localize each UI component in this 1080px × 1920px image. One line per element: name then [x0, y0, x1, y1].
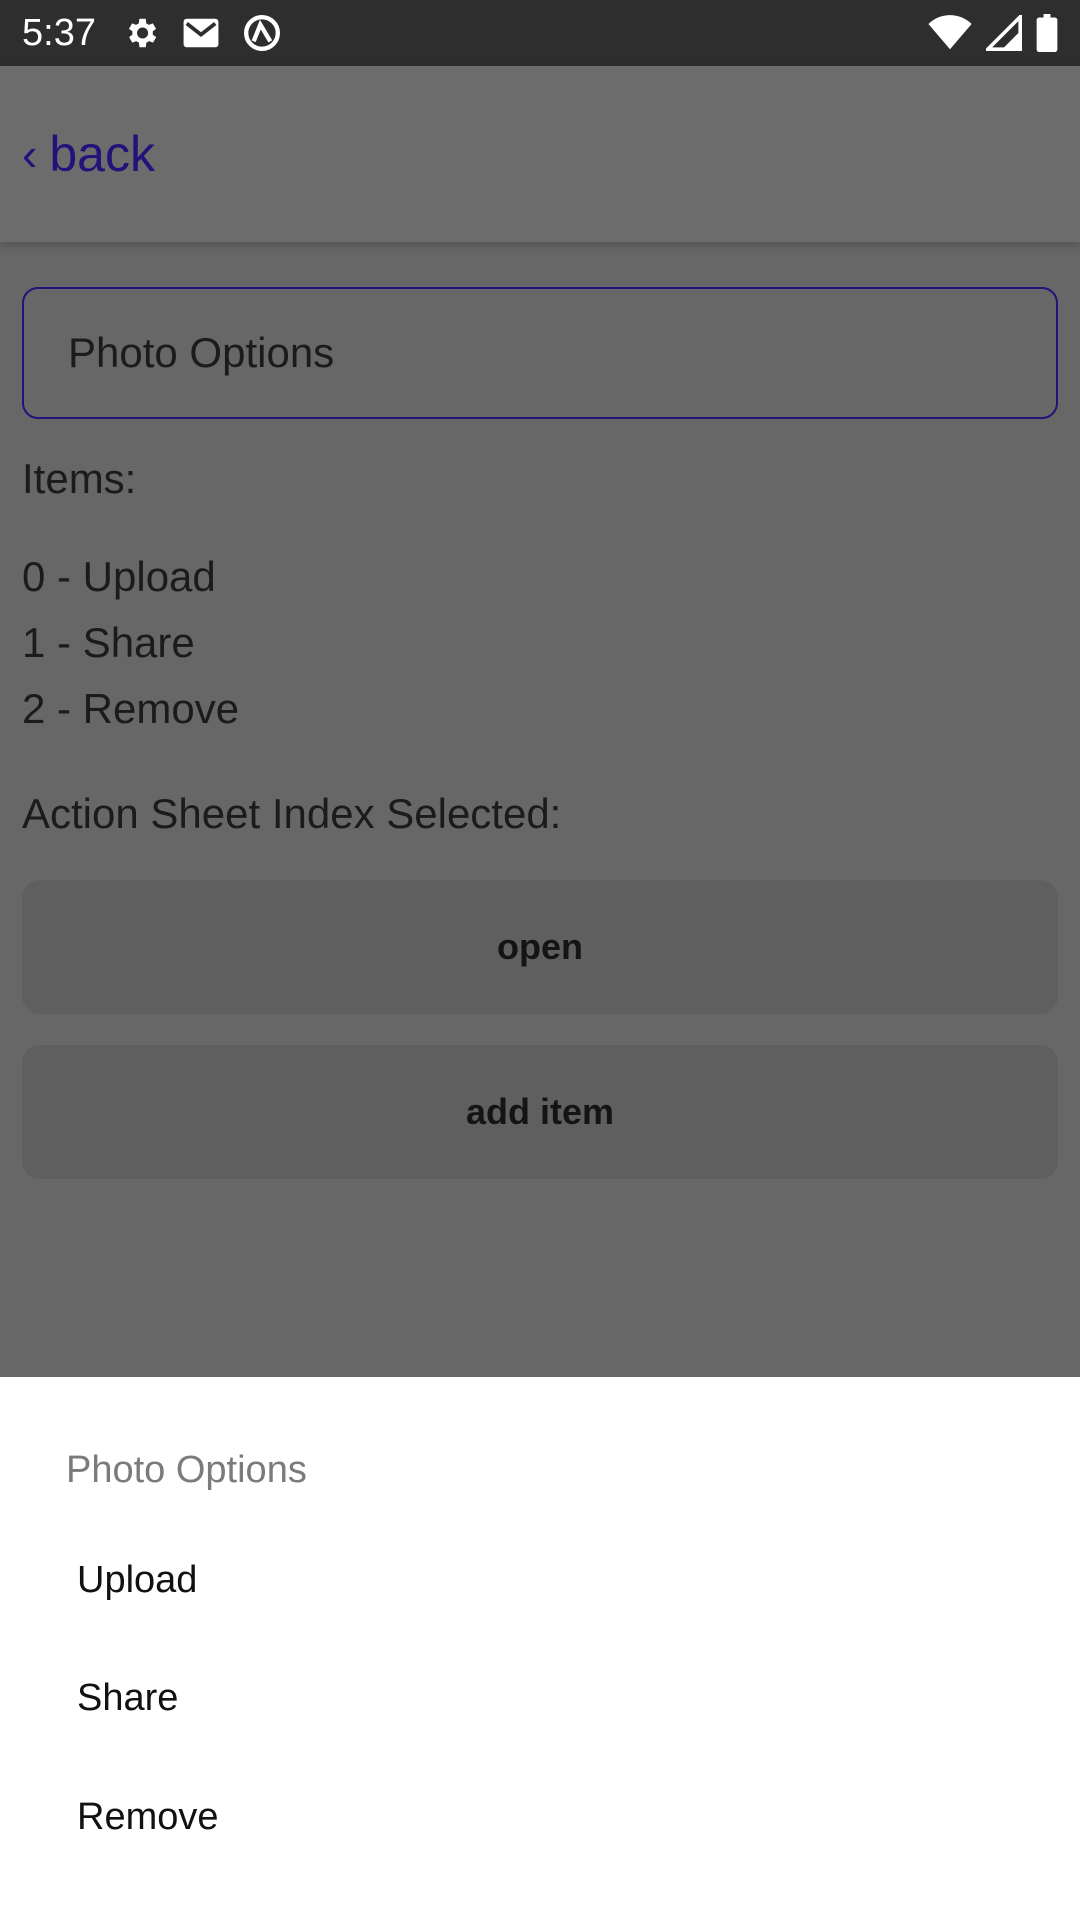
items-label: Items: — [22, 455, 137, 502]
settings-icon — [122, 14, 160, 52]
action-sheet-option-share[interactable]: Share — [0, 1639, 1080, 1757]
selected-index-label: Action Sheet Index Selected: — [22, 790, 562, 837]
screen: 5:37 ‹ back Photo Options Items: 0 - Upl… — [0, 0, 1080, 1920]
item-list: 0 - Upload 1 - Share 2 - Remove — [22, 553, 239, 751]
open-button[interactable]: open — [22, 880, 1058, 1014]
signal-icon — [986, 15, 1022, 51]
wifi-icon — [928, 15, 972, 51]
add-item-button[interactable]: add item — [22, 1045, 1058, 1179]
title-input[interactable] — [22, 287, 1058, 419]
option-label: Share — [77, 1676, 179, 1719]
option-label: Remove — [77, 1795, 219, 1838]
option-label: Upload — [77, 1558, 198, 1601]
vpn-icon — [242, 13, 282, 53]
list-item: 0 - Upload — [22, 553, 216, 600]
list-item: 1 - Share — [22, 619, 195, 666]
chevron-left-icon: ‹ — [22, 128, 38, 180]
action-sheet-option-remove[interactable]: Remove — [0, 1758, 1080, 1876]
status-icons-right — [928, 14, 1058, 52]
battery-icon — [1036, 14, 1058, 52]
status-icons-left — [122, 13, 282, 53]
action-sheet-option-upload[interactable]: Upload — [0, 1521, 1080, 1639]
gmail-icon — [182, 17, 220, 49]
app-header: ‹ back — [0, 66, 1080, 242]
action-sheet-title: Photo Options — [66, 1449, 307, 1491]
action-sheet: Photo Options Upload Share Remove — [0, 1377, 1080, 1920]
status-time: 5:37 — [22, 11, 96, 54]
back-button[interactable]: ‹ back — [22, 125, 155, 183]
back-label: back — [49, 126, 155, 182]
list-item: 2 - Remove — [22, 685, 240, 732]
status-bar: 5:37 — [0, 0, 1080, 66]
